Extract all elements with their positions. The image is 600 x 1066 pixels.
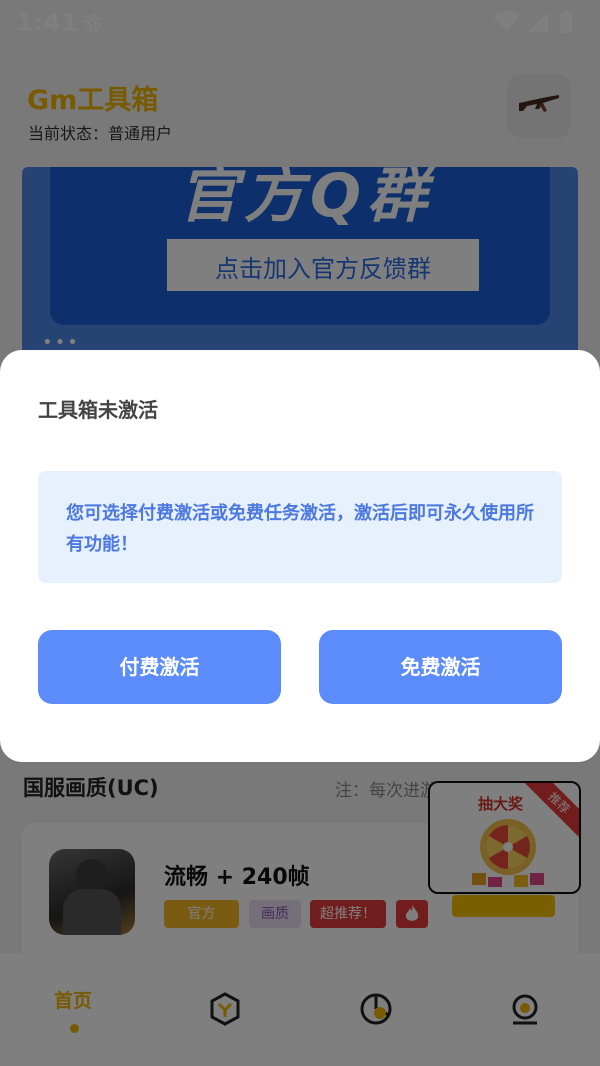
free-activation-button[interactable]: 免费激活 (319, 630, 562, 704)
dialog-title: 工具箱未激活 (38, 398, 158, 422)
dialog-message-box: 您可选择付费激活或免费任务激活，激活后即可永久使用所有功能！ (38, 471, 562, 583)
activation-dialog: 工具箱未激活 您可选择付费激活或免费任务激活，激活后即可永久使用所有功能！ 付费… (0, 350, 600, 762)
dialog-message: 您可选择付费激活或免费任务激活，激活后即可永久使用所有功能！ (66, 503, 534, 555)
paid-activation-button[interactable]: 付费激活 (38, 630, 281, 704)
